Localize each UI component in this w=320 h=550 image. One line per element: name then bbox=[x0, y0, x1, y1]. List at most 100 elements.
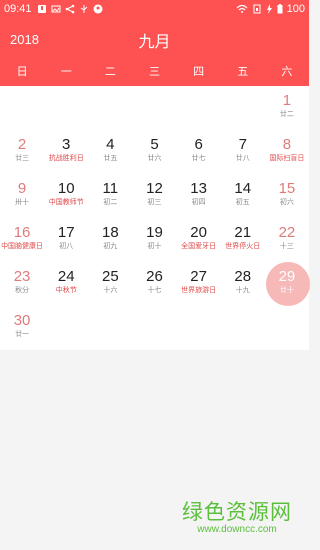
day-number: 15 bbox=[278, 180, 296, 197]
lunar-label: 廿六 bbox=[147, 154, 162, 162]
festival-label: 抗战胜利日 bbox=[48, 154, 84, 162]
wifi-icon bbox=[236, 4, 248, 13]
status-time: 09:41 bbox=[4, 3, 32, 15]
day-cell[interactable]: 7 廿八 bbox=[221, 130, 265, 174]
day-number: 22 bbox=[278, 224, 296, 241]
day-cell[interactable]: 18 初九 bbox=[88, 218, 132, 262]
lunar-label: 十六 bbox=[103, 286, 118, 294]
user-icon bbox=[93, 4, 103, 14]
weekday-label: 日 bbox=[16, 65, 28, 78]
lunar-label: 十九 bbox=[235, 286, 250, 294]
day-cell[interactable]: 13 初四 bbox=[177, 174, 221, 218]
day-cell[interactable]: 17 初八 bbox=[44, 218, 88, 262]
day-number: 2 bbox=[17, 136, 27, 153]
lunar-label: 秋分 bbox=[15, 286, 30, 294]
day-cell[interactable]: 15 初六 bbox=[265, 174, 309, 218]
lunar-label: 初六 bbox=[279, 198, 294, 206]
day-number: 24 bbox=[57, 268, 75, 285]
lunar-label: 初十 bbox=[147, 242, 162, 250]
lunar-label: 初九 bbox=[103, 242, 118, 250]
day-number: 1 bbox=[282, 92, 292, 109]
day-number: 20 bbox=[190, 224, 207, 241]
lunar-label: 廿一 bbox=[15, 330, 30, 338]
day-cell[interactable]: 1 廿二 bbox=[265, 86, 309, 130]
day-cell[interactable]: 3 抗战胜利日 bbox=[44, 130, 88, 174]
day-number: 14 bbox=[234, 180, 252, 197]
day-cell[interactable]: 30 廿一 bbox=[0, 306, 44, 350]
day-number: 3 bbox=[62, 136, 71, 153]
lunar-label: 廿三 bbox=[15, 154, 30, 162]
day-cell[interactable]: 5 廿六 bbox=[132, 130, 176, 174]
day-number: 5 bbox=[150, 136, 159, 153]
image-icon bbox=[51, 5, 61, 13]
day-number: 12 bbox=[146, 180, 163, 197]
day-cell[interactable]: 22 十三 bbox=[265, 218, 309, 262]
day-number: 19 bbox=[146, 224, 163, 241]
festival-label: 世界旅游日 bbox=[181, 286, 217, 294]
day-cell[interactable]: 9 卅十 bbox=[0, 174, 44, 218]
weekday-label: 二 bbox=[104, 65, 116, 78]
lunar-label: 初三 bbox=[147, 198, 162, 206]
festival-label: 全国爱牙日 bbox=[181, 242, 217, 250]
day-cell[interactable]: 24 中秋节 bbox=[44, 262, 88, 306]
day-cell[interactable]: 14 初五 bbox=[221, 174, 265, 218]
day-cell[interactable]: 25 十六 bbox=[88, 262, 132, 306]
day-cell[interactable]: 26 十七 bbox=[132, 262, 176, 306]
day-number: 27 bbox=[190, 268, 207, 285]
lunar-label: 廿二 bbox=[279, 110, 294, 118]
day-number: 9 bbox=[17, 180, 27, 197]
day-cell[interactable]: 2 廿三 bbox=[0, 130, 44, 174]
weekday-label: 三 bbox=[148, 65, 160, 78]
status-bar: 09:41 100 bbox=[0, 0, 309, 18]
lunar-label: 初二 bbox=[103, 198, 118, 206]
festival-label: 国际扫盲日 bbox=[269, 154, 305, 162]
lunar-label: 廿八 bbox=[235, 154, 250, 162]
day-cell[interactable]: 10 中国教师节 bbox=[44, 174, 88, 218]
notification-icon bbox=[37, 5, 46, 13]
day-number: 7 bbox=[238, 136, 247, 153]
day-cell[interactable]: 20 全国爱牙日 bbox=[177, 218, 221, 262]
status-icons-left bbox=[37, 4, 103, 14]
day-cell[interactable]: 16 中国脑健康日 bbox=[0, 218, 44, 262]
lunar-label: 初八 bbox=[59, 242, 74, 250]
day-cell[interactable]: 19 初十 bbox=[132, 218, 176, 262]
sim-icon bbox=[253, 4, 261, 14]
day-number: 21 bbox=[234, 224, 252, 241]
day-number: 16 bbox=[13, 224, 31, 241]
watermark-text: 绿色资源网 bbox=[182, 500, 292, 524]
weekday-label: 一 bbox=[60, 65, 72, 78]
day-cell[interactable]: 27 世界旅游日 bbox=[177, 262, 221, 306]
day-cell-today[interactable]: 29 廿十 bbox=[265, 262, 310, 306]
day-cell[interactable]: 4 廿五 bbox=[88, 130, 132, 174]
day-number: 13 bbox=[190, 180, 207, 197]
day-number: 29 bbox=[278, 268, 296, 285]
day-number: 30 bbox=[13, 312, 31, 329]
lunar-label: 廿五 bbox=[103, 154, 118, 162]
weekday-label: 六 bbox=[281, 65, 293, 78]
status-icons-right: 100 bbox=[236, 3, 305, 15]
weekday-row: 日 一 二 三 四 五 六 bbox=[0, 58, 309, 86]
battery-level: 100 bbox=[286, 3, 305, 15]
day-cell[interactable]: 12 初三 bbox=[132, 174, 176, 218]
day-cell[interactable]: 8 国际扫盲日 bbox=[265, 130, 309, 174]
lunar-label: 十七 bbox=[147, 286, 162, 294]
day-number: 6 bbox=[194, 136, 203, 153]
day-cell[interactable]: 28 十九 bbox=[221, 262, 265, 306]
festival-label: 世界停火日 bbox=[225, 242, 261, 250]
day-number: 28 bbox=[234, 268, 252, 285]
day-number: 25 bbox=[102, 268, 119, 285]
weekday-label: 五 bbox=[237, 65, 249, 78]
day-cell[interactable]: 23 秋分 bbox=[0, 262, 44, 306]
day-cell[interactable]: 6 廿七 bbox=[177, 130, 221, 174]
day-number: 8 bbox=[282, 136, 292, 153]
day-cell[interactable]: 11 初二 bbox=[88, 174, 132, 218]
watermark-logo: 绿色资源网 www.downcc.com bbox=[172, 496, 302, 535]
lunar-label: 廿七 bbox=[191, 154, 206, 162]
share-icon bbox=[65, 4, 74, 14]
usb-icon bbox=[80, 5, 87, 13]
day-cell[interactable]: 21 世界停火日 bbox=[221, 218, 265, 262]
day-number: 10 bbox=[57, 180, 75, 197]
month-title[interactable]: 九月 bbox=[0, 28, 309, 52]
lunar-label: 初四 bbox=[191, 198, 206, 206]
lunar-label: 卅十 bbox=[15, 198, 30, 206]
